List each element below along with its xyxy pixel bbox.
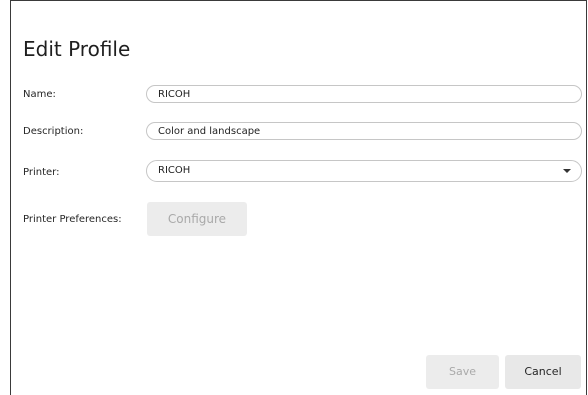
edit-profile-dialog: Edit Profile Name: Description: Printer:… bbox=[10, 0, 587, 395]
cancel-button[interactable]: Cancel bbox=[505, 355, 581, 389]
save-button[interactable]: Save bbox=[426, 355, 499, 389]
chevron-down-icon bbox=[563, 169, 571, 173]
name-field[interactable] bbox=[146, 85, 582, 103]
description-field[interactable] bbox=[146, 122, 582, 140]
description-label: Description: bbox=[23, 126, 84, 137]
printer-select[interactable]: RICOH bbox=[146, 160, 582, 182]
printer-selected-value: RICOH bbox=[158, 165, 191, 176]
dialog-title: Edit Profile bbox=[23, 37, 131, 61]
printer-label: Printer: bbox=[23, 167, 60, 178]
printer-preferences-label: Printer Preferences: bbox=[23, 214, 122, 225]
name-label: Name: bbox=[23, 89, 56, 100]
configure-button[interactable]: Configure bbox=[147, 202, 247, 236]
